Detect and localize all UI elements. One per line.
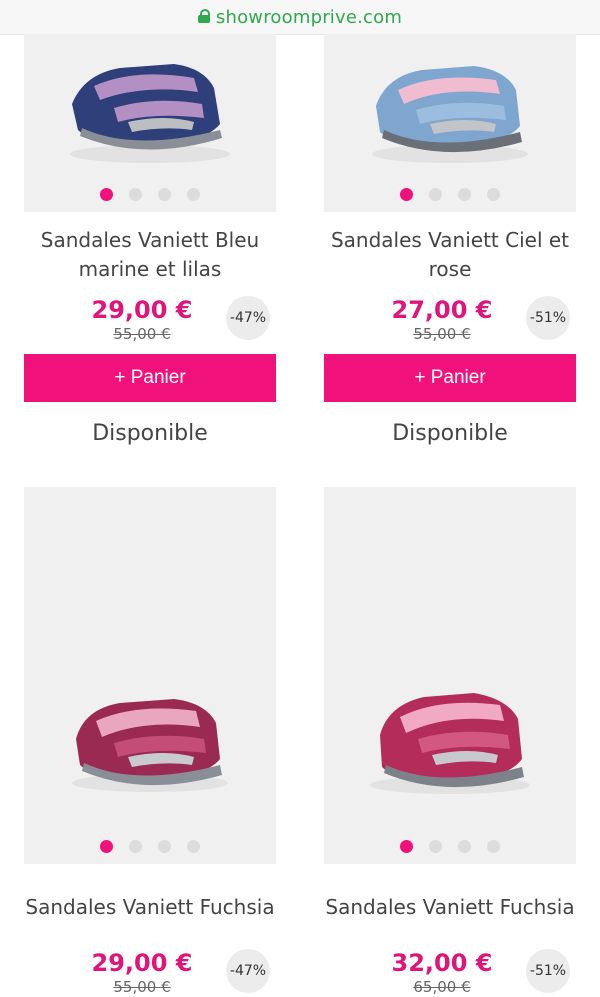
product-image[interactable] (324, 487, 576, 864)
carousel-dots (324, 188, 576, 201)
carousel-dot[interactable] (129, 840, 142, 853)
url-bar[interactable]: showroomprive.com (0, 0, 600, 35)
product-old-price: 65,00 € (413, 978, 471, 996)
product-old-price: 55,00 € (413, 325, 471, 343)
carousel-dot-active[interactable] (400, 840, 413, 853)
product-price: 32,00 € (391, 949, 493, 977)
discount-badge: -51% (526, 949, 570, 993)
product-old-price: 55,00 € (113, 325, 171, 343)
carousel-dot[interactable] (429, 840, 442, 853)
carousel-dots (324, 840, 576, 853)
carousel-dot[interactable] (158, 840, 171, 853)
carousel-dot[interactable] (129, 188, 142, 201)
discount-badge: -51% (526, 296, 570, 340)
product-price: 29,00 € (91, 296, 193, 324)
carousel-dot[interactable] (187, 188, 200, 201)
carousel-dot[interactable] (458, 188, 471, 201)
add-to-cart-button[interactable]: + Panier (24, 354, 276, 402)
carousel-dot[interactable] (158, 188, 171, 201)
product-image[interactable] (24, 487, 276, 864)
product-image[interactable] (324, 34, 576, 212)
sandal-image (372, 66, 528, 163)
sandal-image (72, 699, 228, 792)
carousel-dot-active[interactable] (100, 840, 113, 853)
carousel-dots (24, 188, 276, 201)
add-to-cart-button[interactable]: + Panier (324, 354, 576, 402)
carousel-dot[interactable] (458, 840, 471, 853)
carousel-dot-active[interactable] (400, 188, 413, 201)
product-price: 29,00 € (91, 949, 193, 977)
product-image[interactable] (24, 34, 276, 212)
carousel-dot[interactable] (487, 188, 500, 201)
availability-status: Disponible (92, 421, 208, 446)
lock-icon (197, 9, 210, 23)
product-old-price: 55,00 € (113, 978, 171, 996)
product-name[interactable]: Sandales Vaniett Ciel et rose (324, 226, 576, 284)
carousel-dot[interactable] (187, 840, 200, 853)
carousel-dot[interactable] (429, 188, 442, 201)
product-name[interactable]: Sandales Vaniett Bleu marine et lilas (24, 226, 276, 284)
url-domain: showroomprive.com (215, 6, 403, 28)
sandal-image (370, 693, 530, 794)
product-price: 27,00 € (391, 296, 493, 324)
sandal-image (70, 64, 230, 163)
carousel-dots (24, 840, 276, 853)
product-name[interactable]: Sandales Vaniett Fuchsia (24, 893, 276, 922)
availability-status: Disponible (392, 421, 508, 446)
carousel-dot[interactable] (487, 840, 500, 853)
product-name[interactable]: Sandales Vaniett Fuchsia (324, 893, 576, 922)
discount-badge: -47% (226, 949, 270, 993)
discount-badge: -47% (226, 296, 270, 340)
carousel-dot-active[interactable] (100, 188, 113, 201)
